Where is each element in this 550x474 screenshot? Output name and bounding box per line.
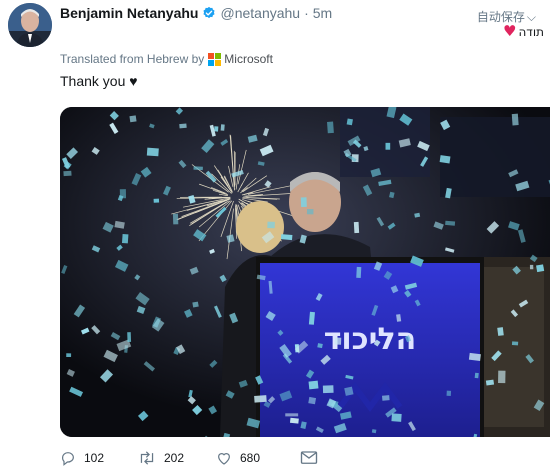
- tweet-photo[interactable]: הליכוד: [60, 107, 550, 437]
- confetti-piece: [334, 337, 342, 345]
- confetti-piece: [381, 395, 390, 401]
- like-count: 680: [240, 451, 261, 465]
- tweet-actions: 102 202 680: [60, 449, 318, 467]
- avatar[interactable]: [8, 3, 52, 47]
- confetti-piece: [66, 353, 72, 358]
- user-handle[interactable]: @netanyahu: [220, 5, 300, 21]
- confetti-piece: [179, 123, 187, 129]
- confetti-piece: [445, 220, 456, 226]
- confetti-piece: [193, 166, 203, 171]
- translated-from-label: Translated from Hebrew by: [60, 52, 205, 66]
- confetti-piece: [308, 396, 317, 405]
- confetti-piece: [346, 118, 353, 126]
- envelope-icon: [300, 451, 318, 464]
- original-text-label: תודה: [518, 24, 544, 39]
- confetti-piece: [385, 142, 391, 150]
- confetti-piece: [327, 121, 334, 134]
- like-button[interactable]: 680: [216, 450, 300, 466]
- confetti-piece: [317, 343, 323, 349]
- confetti-piece: [536, 264, 545, 273]
- direct-message-button[interactable]: [300, 450, 318, 466]
- confetti-piece: [254, 395, 267, 403]
- confetti-piece: [511, 113, 519, 126]
- verified-badge-icon: [202, 6, 216, 20]
- confetti-piece: [529, 264, 534, 270]
- tweet-text: Thank you ♥: [60, 73, 138, 89]
- confetti-piece: [214, 126, 219, 132]
- confetti-piece: [497, 327, 504, 336]
- microsoft-logo-icon: [208, 52, 222, 66]
- confetti-piece: [344, 386, 354, 396]
- heart-icon: ♥: [503, 22, 517, 40]
- confetti-piece: [153, 198, 160, 203]
- reply-count: 102: [84, 451, 105, 465]
- confetti-piece: [220, 124, 225, 131]
- confetti-piece: [63, 170, 72, 177]
- confetti-piece: [485, 379, 495, 386]
- chevron-down-icon: ⌵: [526, 10, 536, 24]
- confetti-piece: [172, 213, 179, 225]
- confetti-piece: [280, 234, 293, 241]
- confetti-piece: [129, 115, 137, 123]
- confetti-piece: [121, 234, 129, 244]
- confetti-piece: [391, 413, 402, 422]
- confetti-piece: [468, 352, 481, 361]
- confetti-piece: [353, 221, 360, 234]
- tweet-header: Benjamin Netanyahu @netanyahu · 5m: [60, 4, 332, 22]
- retweet-icon: [140, 451, 154, 465]
- display-name[interactable]: Benjamin Netanyahu: [60, 5, 198, 21]
- translate-toggle-label: 自动保存: [476, 10, 525, 24]
- confetti-piece: [446, 390, 452, 396]
- original-text: ♥ תודה: [503, 24, 544, 39]
- confetti-piece: [306, 208, 314, 215]
- confetti-piece: [474, 372, 479, 379]
- photo-scene: הליכוד: [60, 107, 550, 437]
- confetti-piece: [192, 301, 199, 308]
- retweet-count: 202: [164, 451, 185, 465]
- translator-name[interactable]: Microsoft: [224, 52, 273, 66]
- avatar-image: [8, 3, 52, 47]
- confetti-piece: [285, 413, 299, 417]
- retweet-button[interactable]: 202: [138, 450, 216, 466]
- confetti-piece: [439, 155, 451, 164]
- confetti-piece: [511, 341, 519, 346]
- separator-dot: ·: [304, 5, 309, 21]
- confetti-piece: [371, 429, 377, 434]
- confetti-piece: [127, 332, 132, 342]
- reply-button[interactable]: 102: [60, 450, 138, 466]
- confetti-piece: [308, 380, 319, 390]
- confetti-piece: [322, 385, 334, 394]
- timestamp[interactable]: 5m: [313, 5, 332, 21]
- confetti-piece: [356, 266, 362, 279]
- reply-icon: [62, 452, 74, 466]
- confetti-piece: [267, 221, 275, 229]
- confetti-piece: [146, 147, 159, 157]
- like-icon: [218, 453, 230, 465]
- confetti-piece: [289, 417, 299, 424]
- translation-note: Translated from Hebrew by Microsoft: [60, 52, 273, 66]
- confetti-piece: [498, 370, 506, 384]
- confetti-piece: [300, 197, 307, 208]
